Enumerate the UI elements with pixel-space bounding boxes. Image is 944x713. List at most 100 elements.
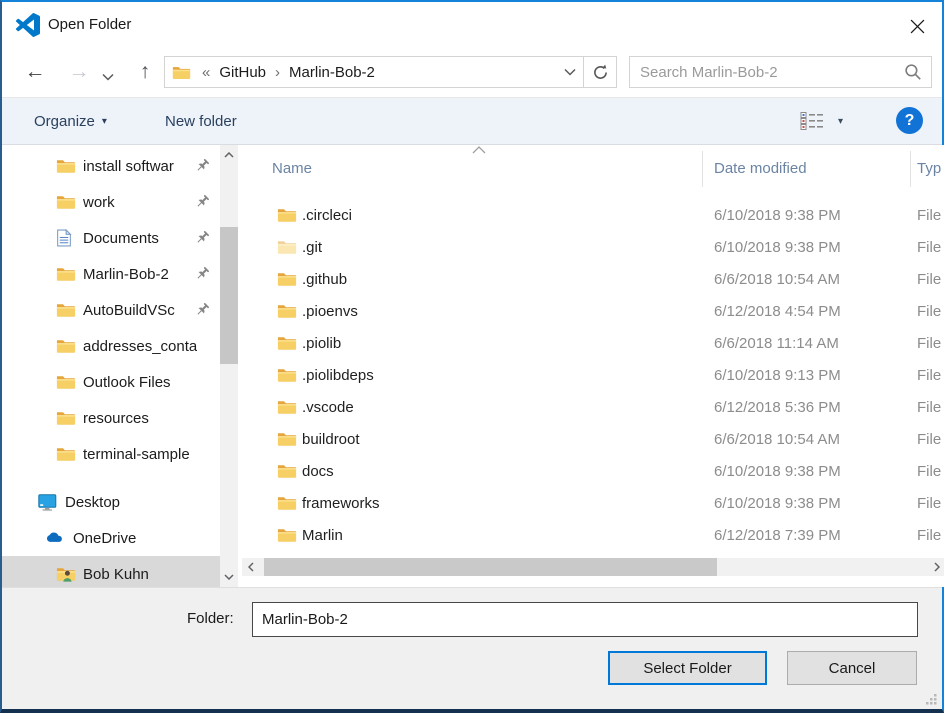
new-folder-label: New folder: [165, 113, 237, 130]
file-date-modified: 6/12/2018 4:54 PM: [714, 296, 841, 328]
column-divider[interactable]: [910, 151, 911, 187]
column-header-date-modified[interactable]: Date modified: [714, 160, 807, 177]
file-date-modified: 6/10/2018 9:38 PM: [714, 232, 841, 264]
caret-down-icon: ▾: [838, 116, 843, 127]
view-mode-button[interactable]: ▾: [800, 111, 843, 131]
sidebar-item-onedrive[interactable]: OneDrive: [2, 520, 220, 556]
file-type: File: [917, 360, 944, 392]
file-row[interactable]: frameworks 6/10/2018 9:38 PM File: [242, 488, 944, 520]
breadcrumb-separator: ›: [266, 64, 289, 81]
file-name: .github: [302, 264, 347, 296]
file-name: .piolibdeps: [302, 360, 374, 392]
resize-grip[interactable]: [924, 692, 938, 706]
select-folder-button[interactable]: Select Folder: [608, 651, 767, 685]
sidebar-item-label: Documents: [83, 230, 159, 247]
close-button[interactable]: [898, 10, 936, 42]
column-header-type[interactable]: Typ: [917, 160, 944, 177]
file-row[interactable]: .github 6/6/2018 10:54 AM File: [242, 264, 944, 296]
folder-icon: [277, 207, 297, 223]
sidebar-item-label: OneDrive: [73, 530, 136, 547]
breadcrumb-root[interactable]: «: [200, 64, 219, 81]
pin-icon: [195, 158, 210, 173]
breadcrumb-segment[interactable]: Marlin-Bob-2: [289, 64, 375, 81]
sidebar-item[interactable]: AutoBuildVSc: [2, 292, 220, 328]
list-horizontal-scrollbar[interactable]: [242, 558, 944, 576]
scrollbar-thumb[interactable]: [220, 227, 238, 364]
chevron-right-icon: [934, 562, 940, 572]
file-type: File: [917, 264, 944, 296]
sidebar-item[interactable]: Documents: [2, 220, 220, 256]
cancel-button[interactable]: Cancel: [787, 651, 917, 685]
scroll-up-button[interactable]: [220, 145, 238, 165]
file-row[interactable]: .pioenvs 6/12/2018 4:54 PM File: [242, 296, 944, 328]
sidebar-item[interactable]: Marlin-Bob-2: [2, 256, 220, 292]
file-row[interactable]: .vscode 6/12/2018 5:36 PM File: [242, 392, 944, 424]
cancel-label: Cancel: [829, 660, 876, 677]
sidebar-item-label: install softwar: [83, 158, 174, 175]
sidebar-item-label: resources: [83, 410, 149, 427]
sidebar-item-label: terminal-sample: [83, 446, 190, 463]
column-divider[interactable]: [702, 151, 703, 187]
forward-button[interactable]: →: [64, 58, 94, 86]
sidebar-item-desktop[interactable]: Desktop: [2, 484, 220, 520]
dialog-footer: Folder: Select Folder Cancel: [2, 587, 942, 709]
folder-icon: [277, 367, 297, 383]
file-row[interactable]: buildroot 6/6/2018 10:54 AM File: [242, 424, 944, 456]
sidebar-item[interactable]: resources: [2, 400, 220, 436]
breadcrumb-segment[interactable]: GitHub: [219, 64, 266, 81]
recent-locations-button[interactable]: [102, 68, 118, 80]
open-folder-dialog: Open Folder ← → ↑ « GitHub › Marlin-Bob-…: [0, 0, 944, 713]
refresh-button[interactable]: [583, 56, 617, 88]
file-type: File: [917, 456, 944, 488]
sidebar-item[interactable]: install softwar: [2, 148, 220, 184]
folder-icon: [277, 303, 297, 319]
file-name: .piolib: [302, 328, 341, 360]
folder-icon: [56, 193, 76, 211]
folder-name-input[interactable]: [252, 602, 918, 637]
user-folder-icon: [56, 565, 76, 583]
search-icon[interactable]: [904, 63, 922, 81]
address-dropdown-button[interactable]: [557, 57, 583, 87]
file-type: File: [917, 296, 944, 328]
sidebar-item[interactable]: addresses_conta: [2, 328, 220, 364]
window-title: Open Folder: [48, 16, 131, 33]
help-icon: ?: [905, 112, 915, 130]
up-button[interactable]: ↑: [130, 58, 160, 86]
column-header-name[interactable]: Name: [272, 160, 312, 177]
scroll-right-button[interactable]: [928, 558, 944, 576]
desktop-icon: [38, 493, 58, 511]
file-row[interactable]: .git 6/10/2018 9:38 PM File: [242, 232, 944, 264]
file-date-modified: 6/6/2018 11:14 AM: [714, 328, 839, 360]
sidebar-item-label: work: [83, 194, 115, 211]
folder-field-label: Folder:: [187, 610, 234, 627]
sidebar-item[interactable]: Outlook Files: [2, 364, 220, 400]
organize-button[interactable]: Organize ▾: [34, 98, 107, 144]
chevron-up-icon: [224, 152, 234, 158]
file-row[interactable]: .piolibdeps 6/10/2018 9:13 PM File: [242, 360, 944, 392]
file-list: Name Date modified Typ .circleci 6/10/20…: [242, 145, 944, 587]
sidebar-item[interactable]: work: [2, 184, 220, 220]
folder-icon: [277, 495, 297, 511]
file-name: .circleci: [302, 200, 352, 232]
sidebar-scrollbar[interactable]: [220, 145, 238, 587]
sidebar-item-user[interactable]: Bob Kuhn: [2, 556, 220, 587]
scrollbar-thumb[interactable]: [264, 558, 717, 576]
file-row[interactable]: Marlin 6/12/2018 7:39 PM File: [242, 520, 944, 552]
folder-icon: [56, 301, 76, 319]
back-button[interactable]: ←: [20, 58, 50, 86]
scroll-down-button[interactable]: [220, 567, 238, 587]
sidebar-item-label: Desktop: [65, 494, 120, 511]
help-button[interactable]: ?: [896, 107, 923, 134]
file-row[interactable]: docs 6/10/2018 9:38 PM File: [242, 456, 944, 488]
file-row[interactable]: .circleci 6/10/2018 9:38 PM File: [242, 200, 944, 232]
scroll-left-button[interactable]: [242, 558, 260, 576]
folder-icon: [277, 463, 297, 479]
chevron-down-icon: [224, 574, 234, 580]
search-input[interactable]: [630, 64, 904, 81]
sidebar-item[interactable]: terminal-sample: [2, 436, 220, 472]
address-bar[interactable]: « GitHub › Marlin-Bob-2: [164, 56, 584, 88]
file-row[interactable]: .piolib 6/6/2018 11:14 AM File: [242, 328, 944, 360]
new-folder-button[interactable]: New folder: [165, 98, 237, 144]
folder-icon: [56, 157, 76, 175]
column-headers: Name Date modified Typ: [242, 145, 944, 191]
